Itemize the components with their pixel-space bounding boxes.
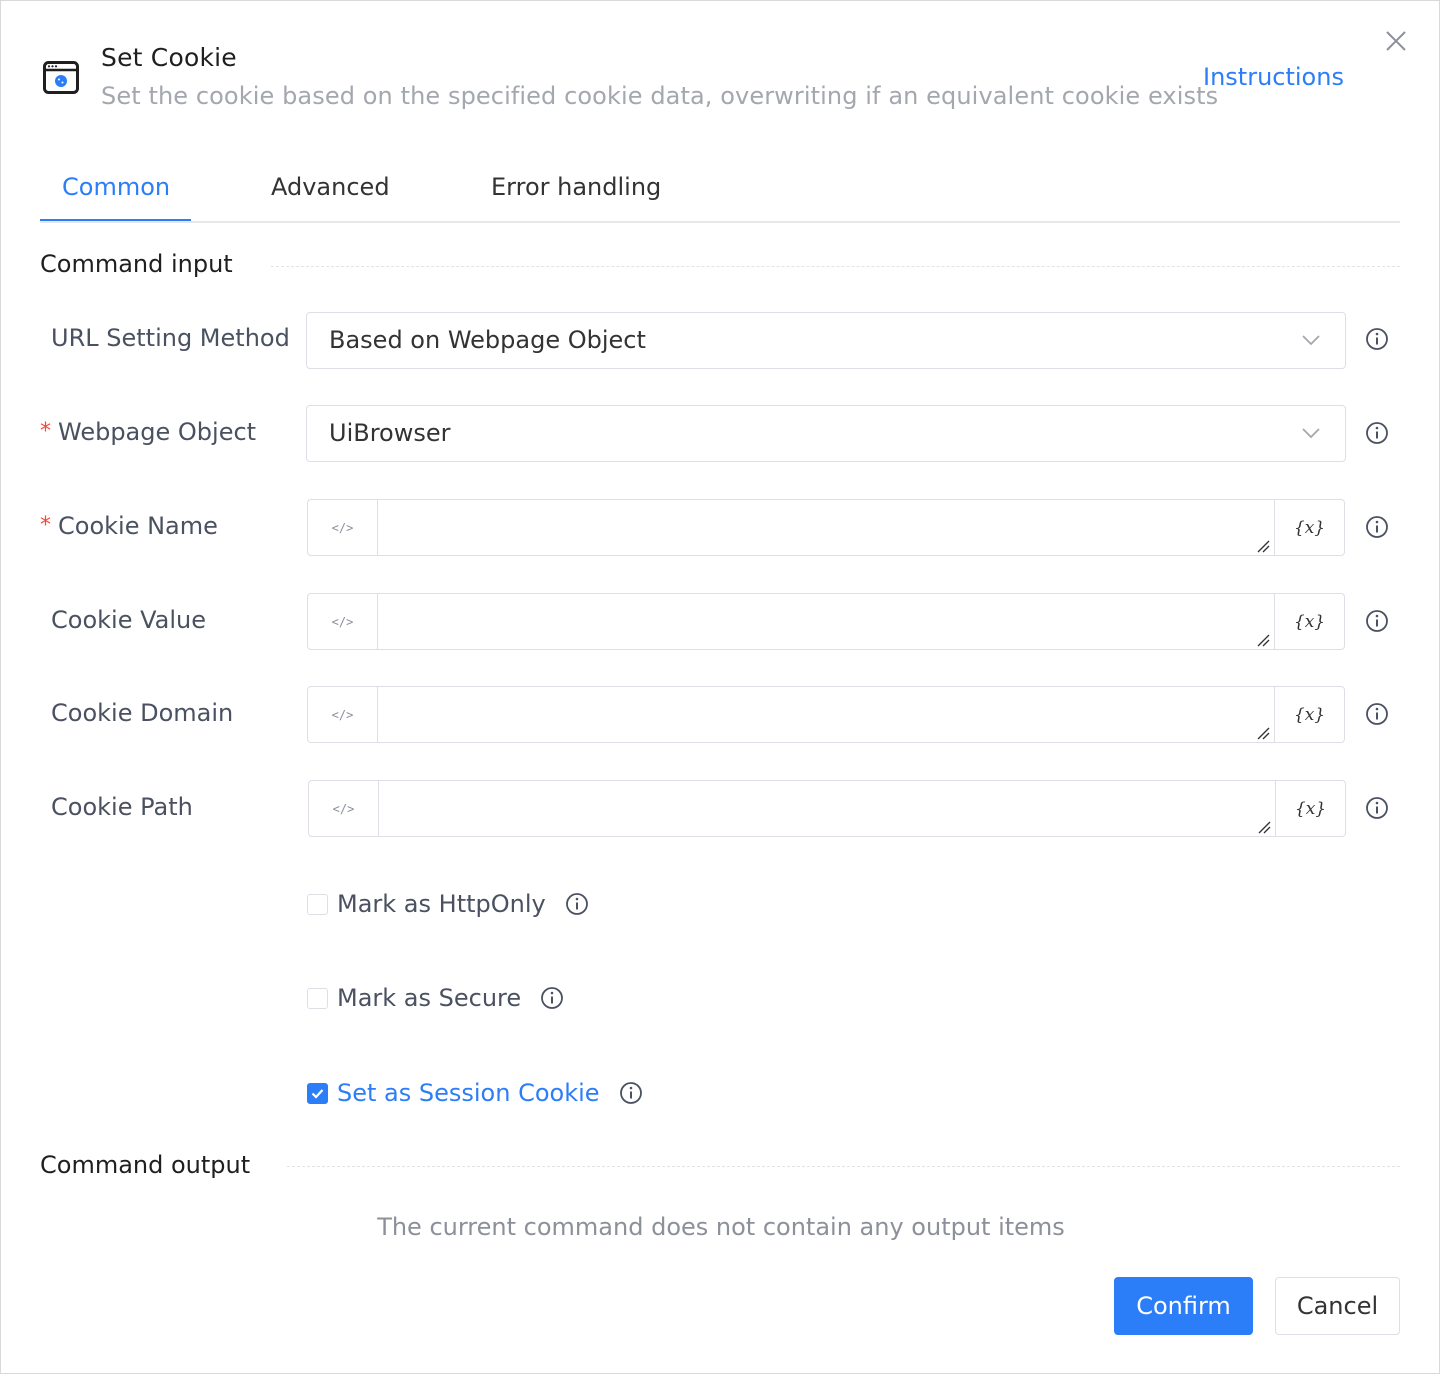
info-icon[interactable] [619,1081,643,1105]
httponly-option[interactable]: Mark as HttpOnly [307,889,589,919]
insert-variable-button[interactable]: {x} [1274,687,1344,742]
required-marker: * [40,513,51,538]
active-tab-indicator [40,219,191,221]
cookie-path-label: Cookie Path [51,793,193,821]
cookie-value-label: Cookie Value [51,606,206,634]
insert-variable-button[interactable]: {x} [1274,500,1344,555]
url-setting-method-label: URL Setting Method [51,324,290,352]
section-divider [287,1166,1400,1167]
insert-variable-button[interactable]: {x} [1275,781,1345,836]
cancel-button[interactable]: Cancel [1275,1277,1400,1335]
set-cookie-dialog: Set Cookie Set the cookie based on the s… [0,0,1440,1374]
tab-error-handling[interactable]: Error handling [491,173,661,201]
cookie-domain-input[interactable] [378,687,1274,742]
code-mode-icon[interactable]: </> [309,781,379,836]
session-cookie-label[interactable]: Set as Session Cookie [337,1079,600,1107]
resize-handle-icon[interactable] [1256,633,1270,647]
dialog-subtitle: Set the cookie based on the specified co… [101,82,1219,110]
info-icon[interactable] [1365,796,1389,820]
url-setting-method-value: Based on Webpage Object [329,326,646,354]
required-marker: * [40,419,51,444]
insert-variable-button[interactable]: {x} [1274,594,1344,649]
info-icon[interactable] [1365,421,1389,445]
info-icon[interactable] [565,892,589,916]
info-icon[interactable] [1365,515,1389,539]
session-cookie-checkbox[interactable] [307,1082,328,1104]
tab-bar: Common Advanced Error handling [40,161,1400,223]
dialog-title: Set Cookie [101,43,237,72]
command-output-title: Command output [40,1151,251,1179]
webpage-object-label: Webpage Object [58,418,257,446]
checkmark-icon [311,1088,324,1099]
secure-checkbox[interactable] [307,987,328,1009]
cookie-path-input-group: </> {x} [308,780,1346,837]
resize-handle-icon[interactable] [1257,820,1271,834]
code-mode-icon[interactable]: </> [308,687,378,742]
cookie-value-input-group: </> {x} [307,593,1345,650]
code-mode-icon[interactable]: </> [308,500,378,555]
httponly-label[interactable]: Mark as HttpOnly [337,890,546,918]
tab-advanced[interactable]: Advanced [271,173,390,201]
webpage-object-value: UiBrowser [329,419,451,447]
session-cookie-option[interactable]: Set as Session Cookie [307,1078,643,1108]
cookie-name-input-group: </> {x} [307,499,1345,556]
code-mode-icon[interactable]: </> [308,594,378,649]
tab-common[interactable]: Common [62,173,170,201]
command-input-title: Command input [40,250,233,278]
httponly-checkbox[interactable] [307,893,328,915]
info-icon[interactable] [540,986,564,1010]
chevron-down-icon [1302,335,1320,346]
section-divider [271,266,1400,267]
close-icon[interactable] [1381,26,1411,56]
empty-output-message: The current command does not contain any… [377,1213,1065,1241]
cookie-value-input[interactable] [378,594,1274,649]
cookie-domain-input-group: </> {x} [307,686,1345,743]
cookie-path-input[interactable] [379,781,1275,836]
secure-label[interactable]: Mark as Secure [337,984,521,1012]
secure-option[interactable]: Mark as Secure [307,983,564,1013]
cookie-name-label: Cookie Name [58,512,218,540]
cookie-name-input[interactable] [378,500,1274,555]
url-setting-method-select[interactable]: Based on Webpage Object [306,312,1346,369]
resize-handle-icon[interactable] [1256,539,1270,553]
confirm-button[interactable]: Confirm [1114,1277,1253,1335]
cookie-domain-label: Cookie Domain [51,699,234,727]
webpage-object-select[interactable]: UiBrowser [306,405,1346,462]
resize-handle-icon[interactable] [1256,726,1270,740]
instructions-link[interactable]: Instructions [1203,63,1344,91]
chevron-down-icon [1302,428,1320,439]
info-icon[interactable] [1365,609,1389,633]
browser-cookie-icon [43,61,79,94]
info-icon[interactable] [1365,327,1389,351]
info-icon[interactable] [1365,702,1389,726]
